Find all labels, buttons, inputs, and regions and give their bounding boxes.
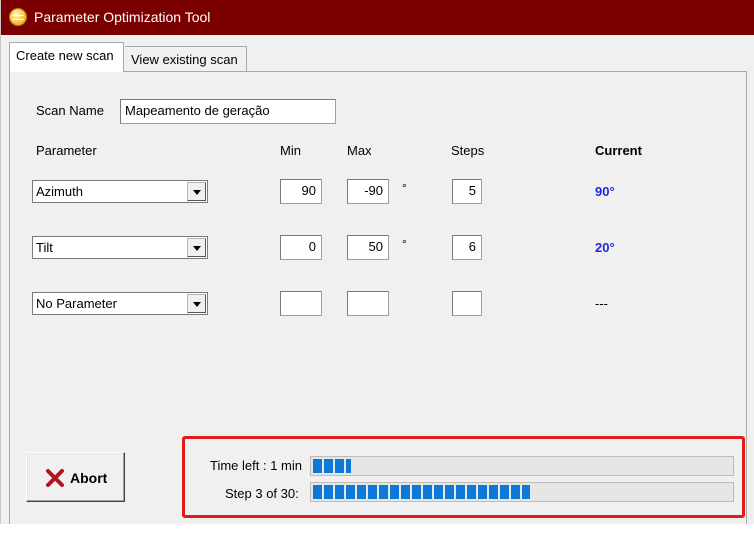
parameter-select-2-value: Tilt [36, 240, 53, 255]
current-value-3: --- [595, 296, 608, 311]
header-current: Current [595, 143, 642, 158]
abort-button[interactable]: Abort [26, 452, 125, 502]
step-progress-fill [313, 485, 530, 499]
min-input-1[interactable]: 90 [280, 179, 322, 204]
progress-highlight-frame [182, 436, 745, 518]
min-input-3[interactable] [280, 291, 322, 316]
degree-unit-1: ° [402, 181, 407, 195]
parameter-select-1[interactable]: Azimuth [32, 180, 208, 203]
time-left-label: Time left : 1 min [210, 458, 302, 473]
parameter-select-3[interactable]: No Parameter [32, 292, 208, 315]
header-parameter: Parameter [36, 143, 97, 158]
app-logo-icon [9, 8, 27, 26]
tab-create-new-scan[interactable]: Create new scan [9, 42, 124, 72]
max-input-3[interactable] [347, 291, 389, 316]
steps-input-3[interactable] [452, 291, 482, 316]
max-input-1[interactable]: -90 [347, 179, 389, 204]
scan-name-label: Scan Name [36, 103, 104, 118]
parameter-select-3-value: No Parameter [36, 296, 117, 311]
min-input-2[interactable]: 0 [280, 235, 322, 260]
degree-unit-2: ° [402, 237, 407, 251]
parameter-select-2[interactable]: Tilt [32, 236, 208, 259]
chevron-down-icon[interactable] [187, 182, 206, 201]
steps-input-2[interactable]: 6 [452, 235, 482, 260]
header-min: Min [280, 143, 301, 158]
step-progress-bar [310, 482, 734, 502]
chevron-down-icon[interactable] [187, 294, 206, 313]
time-left-progress-fill [313, 459, 351, 473]
header-max: Max [347, 143, 372, 158]
x-icon [46, 469, 64, 487]
tab-view-existing-scan[interactable]: View existing scan [125, 46, 247, 71]
chevron-down-icon[interactable] [187, 238, 206, 257]
step-progress-label: Step 3 of 30: [225, 486, 299, 501]
window-title: Parameter Optimization Tool [34, 9, 211, 25]
scan-name-input[interactable]: Mapeamento de geração [120, 99, 336, 124]
current-value-2: 20° [595, 240, 615, 255]
steps-input-1[interactable]: 5 [452, 179, 482, 204]
parameter-select-1-value: Azimuth [36, 184, 83, 199]
max-input-2[interactable]: 50 [347, 235, 389, 260]
current-value-1: 90° [595, 184, 615, 199]
header-steps: Steps [451, 143, 485, 158]
title-bar[interactable]: Parameter Optimization Tool [1, 0, 754, 35]
abort-label: Abort [70, 470, 108, 486]
time-left-progress-bar [310, 456, 734, 476]
app-window: Parameter Optimization Tool Create new s… [0, 0, 754, 524]
